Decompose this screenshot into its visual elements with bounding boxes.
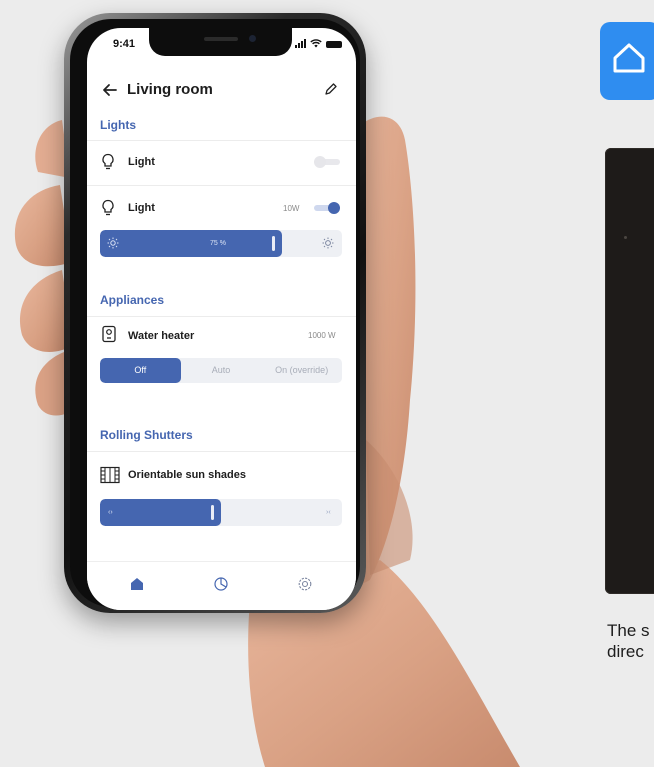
light-1-label: Light — [128, 156, 155, 168]
pencil-icon[interactable] — [324, 82, 338, 96]
divider — [87, 185, 356, 186]
divider — [87, 451, 356, 452]
gear-icon[interactable] — [296, 575, 314, 593]
water-heater-power: 1000 W — [308, 331, 336, 340]
open-icon: ‹› — [108, 509, 113, 516]
caption-line-1: The s — [607, 621, 650, 640]
water-heater-mode-selector[interactable]: Off Auto On (override) — [100, 358, 342, 383]
close-icon: ›‹ — [326, 509, 331, 516]
lightbulb-icon — [102, 153, 114, 170]
brightness-handle[interactable] — [272, 236, 275, 251]
sun-high-icon — [322, 237, 334, 249]
status-icons — [295, 39, 342, 48]
water-heater-icon — [102, 325, 116, 343]
wifi-icon — [310, 39, 322, 48]
section-title-rolling-shutters: Rolling Shutters — [100, 428, 193, 442]
mode-on-override-button[interactable]: On (override) — [261, 358, 342, 383]
caption-line-2: direc — [607, 642, 644, 661]
home-icon[interactable] — [128, 575, 146, 593]
header-bar: Living room — [87, 80, 356, 104]
smartphone: 9:41 Living room Lights Light Light 10W … — [64, 13, 366, 613]
phone-bezel: 9:41 Living room Lights Light Light 10W … — [70, 19, 360, 610]
water-heater-label: Water heater — [128, 330, 195, 342]
divider — [87, 140, 356, 141]
status-bar: 9:41 — [87, 38, 356, 54]
light-1-toggle[interactable] — [314, 156, 340, 168]
section-title-lights: Lights — [100, 118, 136, 132]
divider — [87, 316, 356, 317]
brand-logo — [600, 22, 654, 100]
shutter-handle[interactable] — [211, 505, 214, 520]
brightness-fill — [100, 230, 282, 257]
page-title: Living room — [127, 81, 213, 98]
light-2-toggle[interactable] — [314, 202, 340, 214]
energy-pie-icon[interactable] — [212, 575, 230, 593]
shutter-fill — [100, 499, 221, 526]
house-logo-icon — [613, 43, 645, 73]
sun-shades-label: Orientable sun shades — [128, 469, 246, 481]
caption-text: The s direc — [607, 620, 650, 662]
arrow-left-icon[interactable] — [101, 81, 119, 99]
section-title-appliances: Appliances — [100, 293, 165, 307]
brightness-value: 75 % — [210, 240, 226, 247]
panel-indicator — [624, 236, 627, 239]
app-screen: 9:41 Living room Lights Light Light 10W … — [87, 28, 356, 610]
bottom-tab-bar — [87, 561, 356, 610]
mode-auto-button[interactable]: Auto — [181, 358, 262, 383]
wall-control-panel — [605, 148, 654, 594]
marketing-scene: 9:41 Living room Lights Light Light 10W … — [0, 0, 654, 767]
brightness-slider[interactable]: 75 % — [100, 230, 342, 257]
mode-off-button[interactable]: Off — [100, 358, 181, 383]
lightbulb-icon — [102, 199, 114, 216]
light-2-power: 10W — [283, 204, 300, 213]
status-time: 9:41 — [113, 38, 136, 50]
light-2-label: Light — [128, 202, 155, 214]
battery-icon — [326, 41, 342, 48]
sun-low-icon — [107, 237, 119, 249]
shutter-position-slider[interactable]: ‹› ›‹ — [100, 499, 342, 526]
signal-icon — [295, 39, 306, 48]
sun-shades-icon — [100, 466, 120, 484]
